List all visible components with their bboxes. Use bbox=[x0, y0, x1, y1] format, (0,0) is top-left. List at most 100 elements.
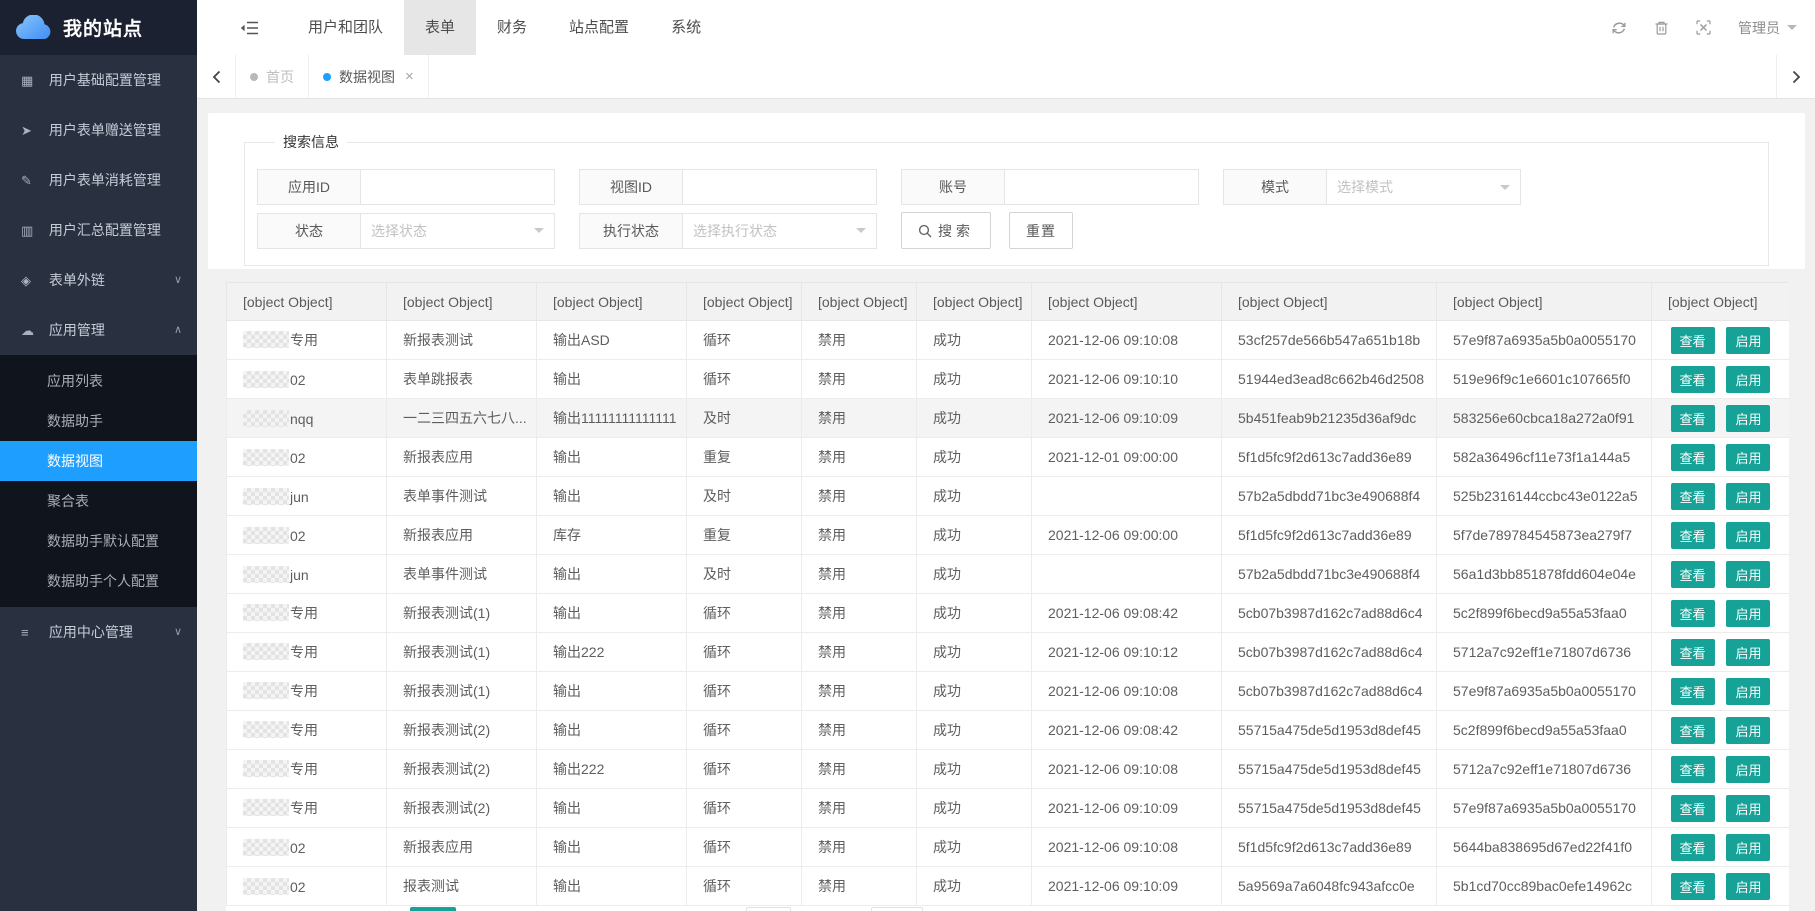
sidebar-item[interactable]: ▥ 用户汇总配置管理 bbox=[0, 205, 197, 255]
table-row[interactable]: 02 新报表应用 输出 循环 禁用 成功 2021-12-06 09:10:08… bbox=[227, 828, 1790, 867]
enable-button[interactable]: 启用 bbox=[1726, 756, 1770, 783]
tab-close-icon[interactable]: × bbox=[405, 68, 414, 85]
view-button[interactable]: 查看 bbox=[1671, 444, 1715, 471]
user-menu[interactable]: 管理员 bbox=[1738, 18, 1797, 38]
enable-button[interactable]: 启用 bbox=[1726, 639, 1770, 666]
enable-button[interactable]: 启用 bbox=[1726, 834, 1770, 861]
view-button[interactable]: 查看 bbox=[1671, 600, 1715, 627]
mode-select[interactable]: 选择模式 bbox=[1327, 169, 1521, 205]
topnav-item[interactable]: 表单 bbox=[404, 0, 476, 55]
sidebar-subitem[interactable]: 应用列表 bbox=[0, 361, 197, 401]
status-select[interactable]: 选择状态 bbox=[361, 213, 555, 249]
table-row[interactable]: jun 表单事件测试 输出 及时 禁用 成功 57b2a5dbdd71bc3e4… bbox=[227, 477, 1790, 516]
view-button[interactable]: 查看 bbox=[1671, 639, 1715, 666]
pagination: 1 bbox=[226, 907, 1789, 911]
enable-button[interactable]: 启用 bbox=[1726, 366, 1770, 393]
enable-button[interactable]: 启用 bbox=[1726, 795, 1770, 822]
cell-status: 禁用 bbox=[802, 789, 917, 828]
page-button[interactable] bbox=[746, 907, 791, 911]
view-button[interactable]: 查看 bbox=[1671, 795, 1715, 822]
view-button[interactable]: 查看 bbox=[1671, 405, 1715, 432]
enable-button[interactable]: 启用 bbox=[1726, 717, 1770, 744]
table-row[interactable]: 02 报表测试 输出 循环 禁用 成功 2021-12-06 09:10:09 … bbox=[227, 867, 1790, 906]
tab[interactable]: 首页 bbox=[236, 55, 309, 98]
table-row[interactable]: 专用 新报表测试(2) 输出 循环 禁用 成功 2021-12-06 09:08… bbox=[227, 711, 1790, 750]
enable-button[interactable]: 启用 bbox=[1726, 600, 1770, 627]
cell-actions: 查看 启用 bbox=[1652, 321, 1790, 360]
enable-button[interactable]: 启用 bbox=[1726, 483, 1770, 510]
redaction-blur bbox=[243, 527, 289, 544]
cell-exec-status: 成功 bbox=[917, 594, 1032, 633]
view-button[interactable]: 查看 bbox=[1671, 327, 1715, 354]
cell-app-id: 5cb07b3987d162c7ad88d6c4 bbox=[1222, 594, 1437, 633]
enable-button[interactable]: 启用 bbox=[1726, 678, 1770, 705]
cell-status: 禁用 bbox=[802, 321, 917, 360]
table-row[interactable]: 专用 新报表测试(1) 输出 循环 禁用 成功 2021-12-06 09:08… bbox=[227, 594, 1790, 633]
table-row[interactable]: jun 表单事件测试 输出 及时 禁用 成功 57b2a5dbdd71bc3e4… bbox=[227, 555, 1790, 594]
topnav-item-label: 站点配置 bbox=[569, 19, 629, 36]
sidebar-subitem[interactable]: 数据助手 bbox=[0, 401, 197, 441]
account-input[interactable] bbox=[1005, 169, 1199, 205]
sidebar-item[interactable]: ✎ 用户表单消耗管理 bbox=[0, 155, 197, 205]
exec-status-label: 执行状态 bbox=[579, 213, 683, 249]
sidebar-item-label: 表单外链 bbox=[49, 272, 105, 288]
sidebar-item[interactable]: ➤ 用户表单赠送管理 bbox=[0, 105, 197, 155]
cell-view-name: 输出ASD bbox=[537, 321, 687, 360]
exec-status-select[interactable]: 选择执行状态 bbox=[683, 213, 877, 249]
view-button[interactable]: 查看 bbox=[1671, 834, 1715, 861]
topnav-item[interactable]: 用户和团队 bbox=[287, 0, 404, 55]
sidebar-subitem[interactable]: 数据助手默认配置 bbox=[0, 521, 197, 561]
topnav-item[interactable]: 系统 bbox=[650, 0, 722, 55]
sidebar-item[interactable]: ◈ 表单外链 ∨ bbox=[0, 255, 197, 305]
view-button[interactable]: 查看 bbox=[1671, 561, 1715, 588]
sidebar-item[interactable]: ▦ 用户基础配置管理 bbox=[0, 55, 197, 105]
sidebar-item[interactable]: ≡ 应用中心管理 ∨ bbox=[0, 607, 197, 657]
page-button[interactable] bbox=[871, 907, 923, 911]
enable-button[interactable]: 启用 bbox=[1726, 561, 1770, 588]
view-button[interactable]: 查看 bbox=[1671, 483, 1715, 510]
enable-button[interactable]: 启用 bbox=[1726, 522, 1770, 549]
view-button[interactable]: 查看 bbox=[1671, 717, 1715, 744]
sidebar-item[interactable]: ☁ 应用管理 ∧ bbox=[0, 305, 197, 355]
view-button[interactable]: 查看 bbox=[1671, 678, 1715, 705]
topnav-item[interactable]: 财务 bbox=[476, 0, 548, 55]
enable-button[interactable]: 启用 bbox=[1726, 873, 1770, 900]
app-id-input[interactable] bbox=[361, 169, 555, 205]
trash-icon[interactable] bbox=[1654, 20, 1669, 36]
cell-app-name: 表单事件测试 bbox=[387, 555, 537, 594]
cell-status: 禁用 bbox=[802, 360, 917, 399]
tabs-scroll-right-icon[interactable] bbox=[1776, 55, 1815, 98]
table-row[interactable]: nqq 一二三四五六七八... 输出11111111111111 及时 禁用 成… bbox=[227, 399, 1790, 438]
sidebar-subitem[interactable]: 聚合表 bbox=[0, 481, 197, 521]
redaction-blur bbox=[243, 643, 289, 660]
table-row[interactable]: 专用 新报表测试(2) 输出222 循环 禁用 成功 2021-12-06 09… bbox=[227, 750, 1790, 789]
fullscreen-icon[interactable] bbox=[1696, 20, 1711, 35]
table-row[interactable]: 02 表单跳报表 输出 循环 禁用 成功 2021-12-06 09:10:10… bbox=[227, 360, 1790, 399]
tabs-scroll-left-icon[interactable] bbox=[197, 55, 236, 98]
enable-button[interactable]: 启用 bbox=[1726, 444, 1770, 471]
table-row[interactable]: 专用 新报表测试 输出ASD 循环 禁用 成功 2021-12-06 09:10… bbox=[227, 321, 1790, 360]
search-button[interactable]: 搜索 bbox=[901, 212, 991, 249]
topnav-item[interactable]: 站点配置 bbox=[548, 0, 650, 55]
page-button-active[interactable]: 1 bbox=[410, 907, 456, 911]
table-row[interactable]: 02 新报表应用 输出 重复 禁用 成功 2021-12-01 09:00:00… bbox=[227, 438, 1790, 477]
enable-button[interactable]: 启用 bbox=[1726, 327, 1770, 354]
table-row[interactable]: 专用 新报表测试(1) 输出 循环 禁用 成功 2021-12-06 09:10… bbox=[227, 672, 1790, 711]
brand[interactable]: 我的站点 bbox=[0, 0, 197, 55]
tab[interactable]: 数据视图 × bbox=[309, 55, 429, 98]
table-row[interactable]: 专用 新报表测试(2) 输出 循环 禁用 成功 2021-12-06 09:10… bbox=[227, 789, 1790, 828]
view-id-input[interactable] bbox=[683, 169, 877, 205]
view-button[interactable]: 查看 bbox=[1671, 366, 1715, 393]
refresh-icon[interactable] bbox=[1611, 20, 1627, 36]
reset-button[interactable]: 重置 bbox=[1009, 212, 1073, 249]
enable-button[interactable]: 启用 bbox=[1726, 405, 1770, 432]
table-row[interactable]: 专用 新报表测试(1) 输出222 循环 禁用 成功 2021-12-06 09… bbox=[227, 633, 1790, 672]
view-button[interactable]: 查看 bbox=[1671, 522, 1715, 549]
view-button[interactable]: 查看 bbox=[1671, 873, 1715, 900]
sidebar-subitem[interactable]: 数据助手个人配置 bbox=[0, 561, 197, 601]
sidebar-subitem[interactable]: 数据视图 bbox=[0, 441, 197, 481]
sidebar-collapse-icon[interactable] bbox=[240, 20, 259, 36]
table-row[interactable]: 02 新报表应用 库存 重复 禁用 成功 2021-12-06 09:00:00… bbox=[227, 516, 1790, 555]
view-button[interactable]: 查看 bbox=[1671, 756, 1715, 783]
cell-mode: 循环 bbox=[687, 867, 802, 906]
